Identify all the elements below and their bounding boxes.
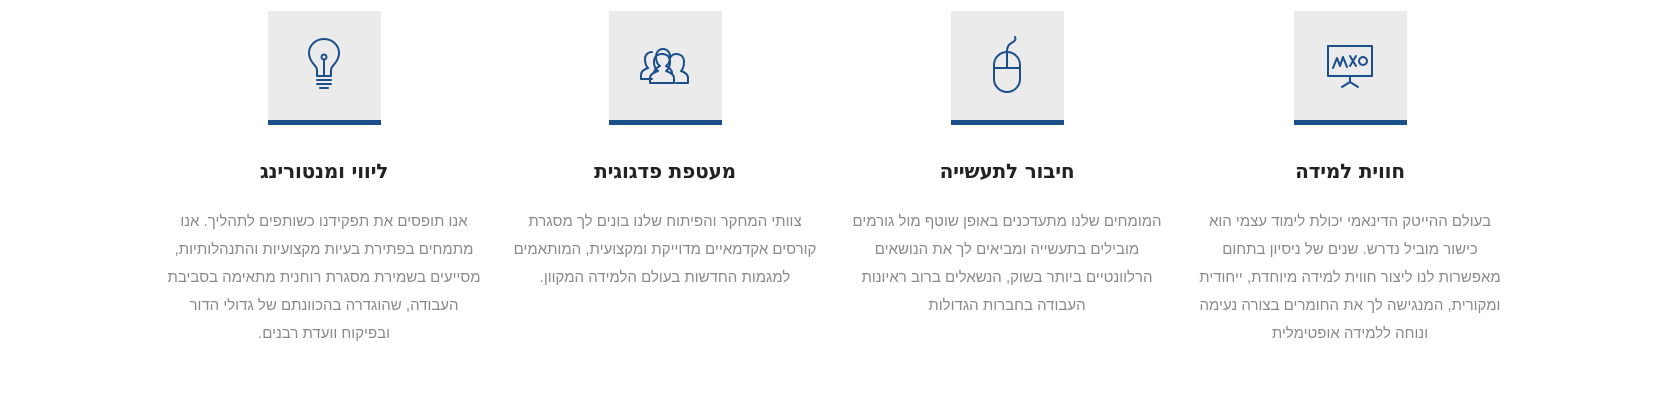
feature-mentoring: ליווי ומנטורינג אנו תופסים את תפקידנו כש… [154, 0, 494, 348]
description-line: מתמחים בפתירת בעיות מקצועיות והתנהלותיות… [174, 241, 474, 258]
feature-icon-box [1293, 11, 1407, 125]
feature-description: אנו תופסים את תפקידנו כשותפים לתהליך. אנ… [154, 208, 494, 348]
lightbulb-icon [308, 37, 340, 89]
feature-icon-box [608, 11, 722, 125]
feature-learning-experience: חווית למידה בעולם ההייטק הדינאמי יכולת ל… [1180, 0, 1520, 348]
description-line: מסייעים בשמירת מסגרת רוחנית מתאימה בסביב… [167, 269, 481, 286]
description-line: ונוחה ללמידה אופטימלית [1271, 325, 1429, 342]
feature-description: צוותי המחקר והפיתוח שלנו בונים לך מסגרת … [495, 208, 835, 292]
description-line: ובפיקוח וועדת רבנים. [258, 325, 390, 342]
feature-title: חיבור לתעשייה [939, 159, 1075, 183]
users-icon [640, 47, 689, 84]
feature-title: חווית למידה [1295, 159, 1405, 183]
computer-mouse-icon [993, 35, 1021, 93]
description-line: ומקורית, המנגישה לך את החומרים בצורה נעי… [1199, 297, 1501, 314]
description-line: בעולם ההייטק הדינאמי יכולת לימוד עצמי הו… [1208, 213, 1492, 230]
description-line: העבודה, שהוגדרה בהכוונתם של גדולי הדור [189, 297, 459, 314]
feature-description: המומחים שלנו מתעדכנים באופן שוטף מול גור… [837, 208, 1177, 320]
feature-industry-connection: חיבור לתעשייה המומחים שלנו מתעדכנים באופ… [837, 0, 1177, 320]
description-line: קורסים אקדמאיים מדוייקת ומקצועית, המותאמ… [513, 241, 817, 258]
description-line: מאפשרות לנו ליצור חווית למידה מיוחדת, יי… [1199, 269, 1501, 286]
feature-title: ליווי ומנטורינג [259, 159, 389, 183]
feature-description: בעולם ההייטק הדינאמי יכולת לימוד עצמי הו… [1180, 208, 1520, 348]
feature-pedagogical-framework: מעטפת פדגוגית צוותי המחקר והפיתוח שלנו ב… [495, 0, 835, 292]
feature-icon-box [950, 11, 1064, 125]
feature-icon-box [267, 11, 381, 125]
presentation-board-icon [1327, 44, 1373, 88]
description-line: כישור מוביל נדרש. שנים של ניסיון בתחום [1222, 241, 1478, 258]
features-section: חווית למידה בעולם ההייטק הדינאמי יכולת ל… [0, 0, 1677, 400]
description-line: מובילים בתעשייה ומביאים לך את הנושאים [874, 241, 1140, 258]
feature-title: מעטפת פדגוגית [594, 159, 736, 183]
description-line: אנו תופסים את תפקידנו כשותפים לתהליך. אנ… [180, 213, 468, 230]
description-line: צוותי המחקר והפיתוח שלנו בונים לך מסגרת [528, 213, 802, 230]
description-line: הרלוונטיים ביותר בשוק, הנשאלים ברוב ראיו… [861, 269, 1153, 286]
description-line: למגמות החדשות בעולם הלמידה המקוון. [539, 269, 791, 286]
description-line: העבודה בחברות הגדולות [928, 297, 1086, 314]
description-line: המומחים שלנו מתעדכנים באופן שוטף מול גור… [852, 213, 1162, 230]
